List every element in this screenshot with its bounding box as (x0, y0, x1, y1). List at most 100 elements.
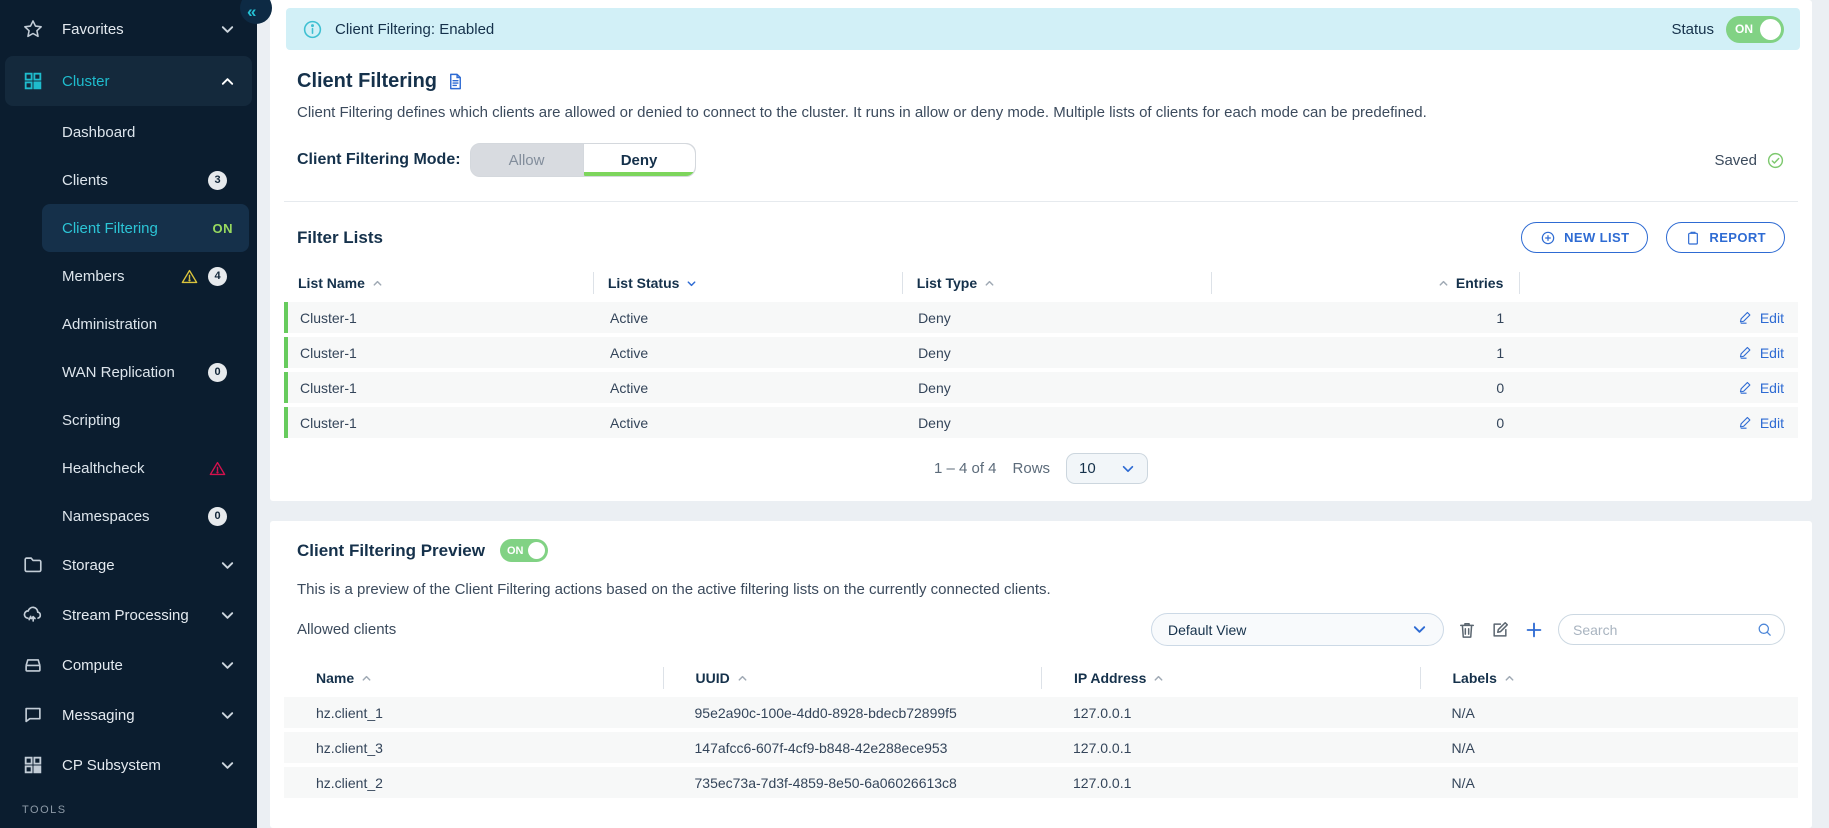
sidebar-item-wan-replication[interactable]: WAN Replication 0 (0, 348, 257, 396)
status-toggle[interactable]: ON (1726, 16, 1784, 43)
cell-list-status: Active (596, 380, 904, 396)
sidebar: « Favorites Cluster Dashboard Clients 3 … (0, 0, 257, 828)
chat-bubble-icon (22, 704, 44, 726)
members-count-badge: 4 (208, 267, 227, 286)
column-header-list-status[interactable]: List Status (593, 272, 902, 294)
edit-button[interactable]: Edit (1738, 415, 1784, 431)
pagination: 1 – 4 of 4 Rows 10 (284, 453, 1798, 484)
table-row: hz.client_3 147afcc6-607f-4cf9-b848-42e2… (284, 732, 1798, 763)
sidebar-item-members[interactable]: Members 4 (0, 252, 257, 300)
cell-list-status: Active (596, 345, 904, 361)
sidebar-item-label: Messaging (62, 707, 135, 724)
cell-client-uuid: 735ec73a-7d3f-4859-8e50-6a06026613c8 (663, 775, 1042, 791)
sidebar-item-namespaces[interactable]: Namespaces 0 (0, 492, 257, 540)
sidebar-item-cluster[interactable]: Cluster (5, 56, 252, 106)
sidebar-item-label: Favorites (62, 21, 124, 38)
sidebar-item-cp-subsystem[interactable]: CP Subsystem (0, 740, 257, 790)
sort-caret-icon (737, 673, 748, 684)
toggle-on-label: ON (1735, 22, 1753, 36)
documentation-icon[interactable] (446, 72, 465, 91)
column-header-labels[interactable]: Labels (1420, 667, 1799, 689)
sidebar-item-healthcheck[interactable]: Healthcheck (0, 444, 257, 492)
info-icon (302, 19, 323, 40)
sidebar-item-clients[interactable]: Clients 3 (0, 156, 257, 204)
column-header-ip-address[interactable]: IP Address (1041, 667, 1420, 689)
cell-list-status: Active (596, 310, 904, 326)
chevron-down-icon (220, 658, 235, 673)
cloud-stream-icon (22, 604, 44, 626)
sidebar-item-label: Namespaces (62, 508, 150, 525)
page-description: Client Filtering defines which clients a… (297, 104, 1785, 121)
cell-client-ip: 127.0.0.1 (1041, 775, 1420, 791)
cell-list-type: Deny (904, 415, 1212, 431)
add-view-icon[interactable] (1523, 619, 1545, 641)
column-header-uuid[interactable]: UUID (663, 667, 1042, 689)
chevron-up-icon (220, 74, 235, 89)
trash-icon[interactable] (1457, 620, 1477, 640)
page-title: Client Filtering (297, 70, 437, 93)
chevron-down-icon (220, 558, 235, 573)
pencil-icon (1738, 345, 1753, 360)
table-row: Cluster-1 Active Deny 0 Edit (284, 407, 1798, 438)
cell-entries: 1 (1212, 310, 1520, 326)
table-row: Cluster-1 Active Deny 1 Edit (284, 337, 1798, 368)
view-select-value: Default View (1168, 622, 1246, 638)
sidebar-item-administration[interactable]: Administration (0, 300, 257, 348)
sidebar-item-scripting[interactable]: Scripting (0, 396, 257, 444)
column-header-list-type[interactable]: List Type (902, 272, 1211, 294)
allow-mode-button[interactable]: Allow (471, 144, 583, 176)
preview-toggle[interactable]: ON (500, 539, 548, 562)
sidebar-item-label: Dashboard (62, 124, 135, 141)
sidebar-item-compute[interactable]: Compute (0, 640, 257, 690)
warning-triangle-icon (180, 267, 199, 286)
report-button[interactable]: REPORT (1666, 222, 1785, 253)
collapse-icon: « (247, 2, 256, 22)
sidebar-item-label: Healthcheck (62, 460, 145, 477)
sidebar-item-label: WAN Replication (62, 364, 175, 381)
sidebar-item-stream-processing[interactable]: Stream Processing (0, 590, 257, 640)
edit-button[interactable]: Edit (1738, 345, 1784, 361)
sort-caret-icon (361, 673, 372, 684)
sidebar-item-client-filtering[interactable]: Client Filtering ON (42, 204, 249, 252)
rows-label: Rows (1013, 460, 1051, 477)
sidebar-item-label: Compute (62, 657, 123, 674)
cell-list-status: Active (596, 415, 904, 431)
cell-client-labels: N/A (1420, 705, 1799, 721)
cell-entries: 0 (1212, 380, 1520, 396)
filtering-mode-row: Client Filtering Mode: Allow Deny Saved (297, 143, 1785, 177)
cell-list-name: Cluster-1 (288, 415, 596, 431)
cell-client-name: hz.client_1 (284, 705, 663, 721)
cell-list-name: Cluster-1 (288, 310, 596, 326)
edit-button[interactable]: Edit (1738, 310, 1784, 326)
sort-caret-icon (1153, 673, 1164, 684)
column-header-name[interactable]: Name (284, 667, 663, 689)
page-size-select[interactable]: 10 (1066, 453, 1148, 484)
grid-icon (22, 70, 44, 92)
pencil-icon (1738, 415, 1753, 430)
chevron-down-icon (1121, 462, 1135, 476)
chevron-down-icon (220, 608, 235, 623)
grid-icon (22, 754, 44, 776)
edit-view-icon[interactable] (1490, 620, 1510, 640)
sidebar-item-storage[interactable]: Storage (0, 540, 257, 590)
main-content: Client Filtering: Enabled Status ON Clie… (257, 0, 1829, 828)
check-circle-icon (1766, 151, 1785, 170)
column-header-list-name[interactable]: List Name (284, 272, 593, 294)
sort-caret-down-icon (686, 278, 697, 289)
sidebar-item-label: Administration (62, 316, 157, 333)
banner-message: Client Filtering: Enabled (335, 21, 494, 38)
chevron-down-icon (220, 22, 235, 37)
sidebar-item-favorites[interactable]: Favorites (0, 4, 257, 54)
star-icon (22, 18, 44, 40)
deny-mode-button[interactable]: Deny (583, 144, 695, 176)
edit-button[interactable]: Edit (1738, 380, 1784, 396)
sidebar-item-messaging[interactable]: Messaging (0, 690, 257, 740)
namespaces-count-badge: 0 (208, 507, 227, 526)
sidebar-item-dashboard[interactable]: Dashboard (0, 108, 257, 156)
search-input[interactable] (1573, 622, 1756, 638)
cell-client-ip: 127.0.0.1 (1041, 740, 1420, 756)
cell-entries: 0 (1212, 415, 1520, 431)
view-select[interactable]: Default View (1151, 613, 1444, 646)
column-header-entries[interactable]: Entries (1211, 272, 1520, 294)
new-list-button[interactable]: NEW LIST (1521, 222, 1648, 253)
